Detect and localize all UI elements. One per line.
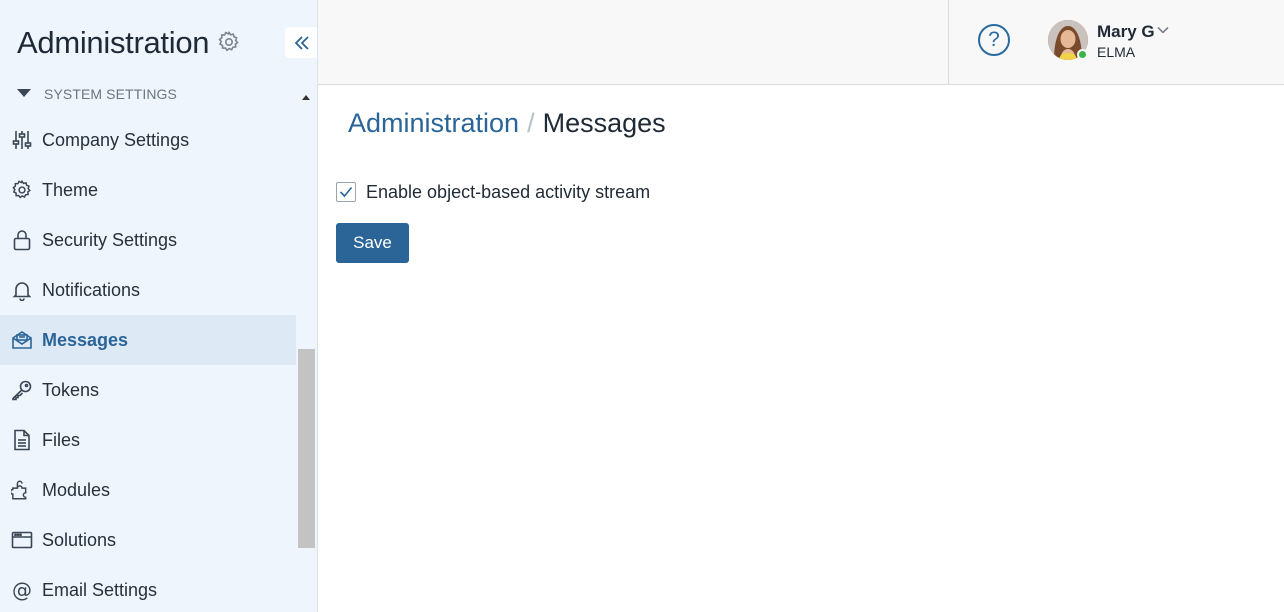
section-label: SYSTEM SETTINGS — [44, 86, 177, 102]
breadcrumb-root-link[interactable]: Administration — [348, 108, 519, 138]
breadcrumb: Administration / Messages — [348, 107, 666, 139]
sidebar-item-label: Solutions — [42, 530, 117, 550]
sidebar-item-email-settings[interactable]: @ Email Settings — [0, 565, 296, 612]
sidebar-item-tokens[interactable]: Tokens — [0, 365, 296, 415]
sliders-icon — [11, 128, 33, 152]
sidebar-item-security-settings[interactable]: Security Settings — [0, 215, 296, 265]
question-circle-icon: ? — [988, 28, 1000, 51]
caret-down-icon — [17, 89, 31, 97]
page-title: Messages — [542, 108, 666, 138]
sidebar-item-messages[interactable]: Messages — [0, 315, 296, 365]
sidebar-item-label: Tokens — [42, 380, 100, 400]
user-name[interactable]: Mary G — [1097, 22, 1155, 42]
key-icon — [11, 378, 33, 402]
save-button[interactable]: Save — [336, 223, 409, 263]
user-company: ELMA — [1097, 44, 1136, 60]
online-status-dot — [1077, 49, 1088, 60]
sidebar-item-theme[interactable]: Theme — [0, 165, 296, 215]
gear-icon — [11, 178, 33, 202]
top-bar — [318, 0, 1284, 85]
sidebar-item-label: Security Settings — [42, 230, 178, 250]
at-icon: @ — [12, 578, 32, 602]
scroll-up-arrow-icon[interactable] — [302, 95, 310, 100]
sidebar-item-modules[interactable]: Modules — [0, 465, 296, 515]
sidebar-menu: Company Settings Theme Security Settings — [0, 115, 296, 612]
activity-stream-checkbox-label[interactable]: Enable object-based activity stream — [366, 181, 650, 203]
sidebar-item-label: Email Settings — [42, 580, 158, 600]
envelope-icon — [11, 328, 33, 352]
puzzle-icon — [11, 478, 33, 502]
sidebar-item-company-settings[interactable]: Company Settings — [0, 115, 296, 165]
sidebar-item-files[interactable]: Files — [0, 415, 296, 465]
breadcrumb-separator: / — [527, 108, 535, 138]
gear-icon[interactable] — [217, 30, 241, 54]
sidebar-item-label: Files — [42, 430, 81, 450]
sidebar-item-label: Theme — [42, 180, 99, 200]
sidebar-item-label: Modules — [42, 480, 111, 500]
sidebar-item-notifications[interactable]: Notifications — [0, 265, 296, 315]
bell-icon — [11, 278, 33, 302]
help-button[interactable]: ? — [978, 24, 1010, 56]
sidebar-item-label: Company Settings — [42, 130, 190, 150]
double-chevron-left-icon — [294, 35, 309, 50]
collapse-sidebar-button[interactable] — [285, 27, 317, 58]
activity-stream-checkbox[interactable] — [336, 182, 356, 202]
scrollbar-thumb[interactable] — [298, 349, 315, 548]
sidebar-item-label: Notifications — [42, 280, 141, 300]
chevron-down-icon[interactable] — [1157, 26, 1169, 34]
sidebar-title: Administration — [17, 25, 210, 60]
file-icon — [11, 428, 33, 452]
window-icon — [11, 528, 33, 552]
section-system-settings[interactable]: SYSTEM SETTINGS — [0, 82, 296, 106]
topbar-divider — [948, 0, 949, 84]
sidebar-item-label: Messages — [42, 330, 129, 350]
lock-icon — [11, 228, 33, 252]
sidebar: Administration SYSTEM SETTINGS Company S… — [0, 0, 318, 612]
sidebar-item-solutions[interactable]: Solutions — [0, 515, 296, 565]
checkmark-icon — [339, 186, 353, 198]
